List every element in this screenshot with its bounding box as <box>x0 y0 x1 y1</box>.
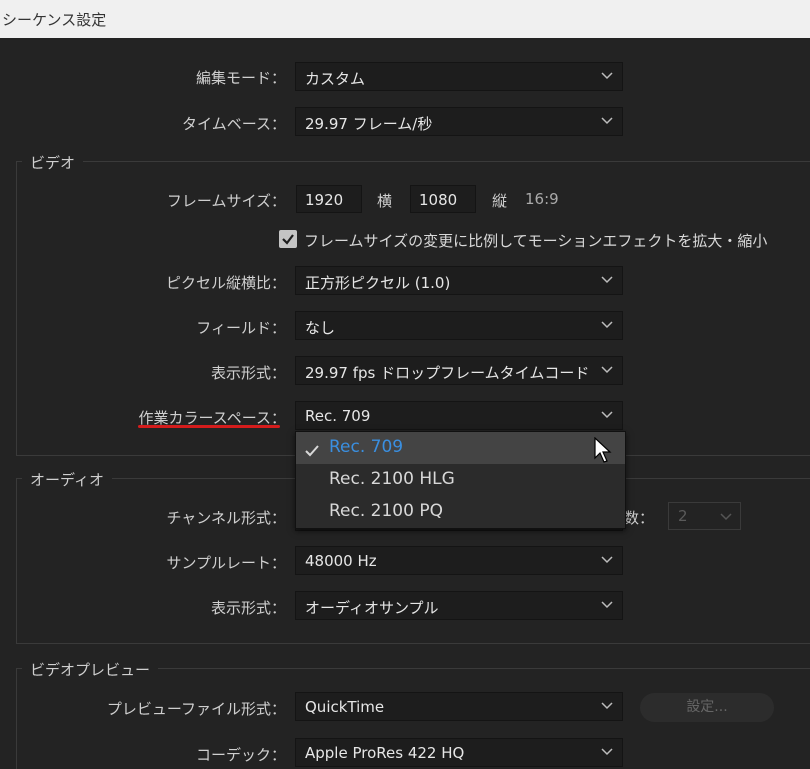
pixel-aspect-select[interactable]: 正方形ピクセル (1.0) <box>295 266 623 295</box>
dropdown-option-label: Rec. 2100 HLG <box>329 469 455 489</box>
channel-format-label: チャンネル形式： <box>166 509 286 527</box>
preview-file-format-label: プレビューファイル形式： <box>106 700 286 718</box>
fields-select[interactable]: なし <box>295 311 623 340</box>
scale-motion-label: フレームサイズの変更に比例してモーションエフェクトを拡大・縮小 <box>304 232 768 250</box>
video-display-format-select[interactable]: 29.97 fps ドロップフレームタイムコード <box>295 356 623 385</box>
color-space-dropdown-menu: Rec. 709 Rec. 2100 HLG Rec. 2100 PQ <box>295 431 626 529</box>
chevron-down-icon <box>601 601 613 609</box>
audio-display-format-value: オーディオサンプル <box>305 599 439 617</box>
chevron-down-icon <box>601 702 613 710</box>
audio-display-format-label: 表示形式： <box>210 599 286 617</box>
settings-button[interactable]: 設定... <box>640 693 774 722</box>
timebase-select[interactable]: 29.97 フレーム/秒 <box>295 107 623 136</box>
audio-legend: オーディオ <box>22 469 112 490</box>
edit-mode-value: カスタム <box>305 70 366 88</box>
dropdown-option-label: Rec. 2100 PQ <box>329 501 443 521</box>
frame-width-input[interactable]: 1920 <box>296 185 362 213</box>
chevron-down-icon <box>601 556 613 564</box>
codec-select[interactable]: Apple ProRes 422 HQ <box>295 738 623 767</box>
chevron-down-icon <box>601 366 613 374</box>
dropdown-option-rec709[interactable]: Rec. 709 <box>296 432 625 464</box>
window-title: シーケンス設定 <box>2 11 107 29</box>
video-display-format-label: 表示形式： <box>210 364 286 382</box>
codec-value: Apple ProRes 422 HQ <box>305 744 465 762</box>
frame-height-input[interactable]: 1080 <box>410 185 476 213</box>
chevron-down-icon <box>720 513 732 521</box>
window-title-bar: シーケンス設定 <box>0 0 810 38</box>
edit-mode-select[interactable]: カスタム <box>295 62 623 91</box>
sample-rate-select[interactable]: 48000 Hz <box>295 546 623 575</box>
chevron-down-icon <box>601 117 613 125</box>
pixel-aspect-value: 正方形ピクセル (1.0) <box>305 274 451 292</box>
channel-count-label: 数： <box>624 509 655 527</box>
sample-rate-label: サンプルレート： <box>166 554 286 572</box>
video-preview-legend: ビデオプレビュー <box>22 659 159 680</box>
dropdown-option-rec2100-pq[interactable]: Rec. 2100 PQ <box>296 496 625 528</box>
codec-label: コーデック： <box>195 746 286 764</box>
timebase-value: 29.97 フレーム/秒 <box>305 115 433 133</box>
dropdown-option-label: Rec. 709 <box>329 437 404 457</box>
fields-value: なし <box>305 319 336 337</box>
annotation-underline <box>138 425 280 428</box>
pixel-aspect-label: ピクセル縦横比： <box>165 274 286 292</box>
audio-display-format-select[interactable]: オーディオサンプル <box>295 591 623 620</box>
working-color-space-select[interactable]: Rec. 709 <box>295 401 623 430</box>
preview-file-format-value: QuickTime <box>305 698 385 716</box>
aspect-ratio-text: 16:9 <box>525 190 559 208</box>
checkmark-icon <box>282 234 294 245</box>
channel-count-value: 2 <box>678 507 688 525</box>
frame-size-label: フレームサイズ： <box>166 192 286 210</box>
chevron-down-icon <box>601 748 613 756</box>
chevron-down-icon <box>601 276 613 284</box>
timebase-label: タイムベース： <box>182 115 286 133</box>
dropdown-option-rec2100-hlg[interactable]: Rec. 2100 HLG <box>296 464 625 496</box>
channel-count-select: 2 <box>668 502 741 530</box>
chevron-down-icon <box>601 321 613 329</box>
scale-motion-checkbox[interactable] <box>279 230 297 248</box>
frame-width-unit: 横 <box>377 192 393 210</box>
chevron-down-icon <box>601 411 613 419</box>
sample-rate-value: 48000 Hz <box>305 552 377 570</box>
mouse-pointer-icon <box>594 436 612 467</box>
chevron-down-icon <box>601 72 613 80</box>
fields-label: フィールド： <box>196 319 286 337</box>
checkmark-icon <box>305 442 319 462</box>
frame-height-unit: 縦 <box>492 192 508 210</box>
edit-mode-label: 編集モード： <box>195 69 286 87</box>
working-color-space-value: Rec. 709 <box>305 407 371 425</box>
video-legend: ビデオ <box>22 152 84 173</box>
video-display-format-value: 29.97 fps ドロップフレームタイムコード <box>305 364 590 382</box>
preview-file-format-select[interactable]: QuickTime <box>295 692 623 721</box>
